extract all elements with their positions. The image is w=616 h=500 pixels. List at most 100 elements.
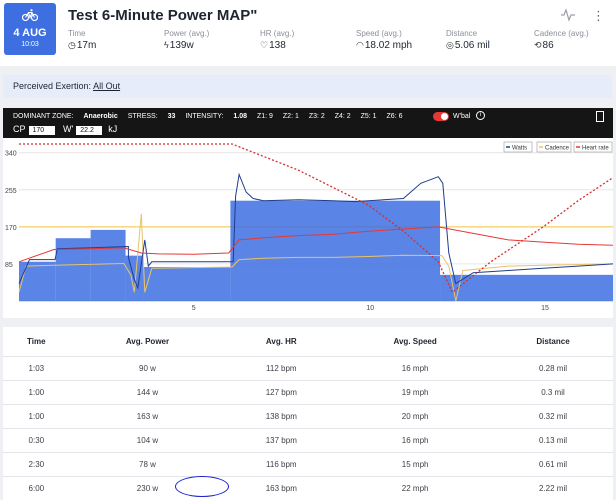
interval-block: [19, 261, 56, 301]
stat-time: Time ◷17m: [68, 29, 96, 51]
table-cell: 22 mph: [337, 475, 493, 500]
cadence-icon: ⟲: [534, 40, 542, 50]
table-cell: 6:00: [3, 475, 70, 500]
dominant-zone-value: Anaerobic: [83, 113, 118, 120]
table-row[interactable]: 1:03 90 w 112 bpm 16 mph 0.28 mil: [3, 355, 613, 380]
table-cell: 163 bpm: [225, 475, 338, 500]
stat-distance-value: 5.06 mil: [454, 40, 490, 51]
legend-label: Heart rate: [582, 146, 609, 152]
table-cell: 1:00: [3, 379, 70, 404]
legend-label: Cadence: [545, 146, 570, 152]
col-distance: Distance: [536, 336, 570, 346]
zone-1: Z1: 9: [257, 113, 273, 120]
recovery-block: [440, 274, 613, 301]
clock-icon: ◷: [68, 40, 76, 50]
table-cell: 0.61 mil: [492, 451, 613, 476]
table-row[interactable]: 0:30 104 w 137 bpm 16 mph 0.13 mil: [3, 427, 613, 452]
table-cell: 0.3 mil: [492, 379, 613, 404]
interval-block: [143, 266, 231, 301]
distance-icon: ◎: [446, 40, 454, 50]
stat-cadence-value: 86: [542, 40, 554, 51]
zone-5: Z5: 1: [360, 113, 377, 120]
table-cell: 137 bpm: [225, 427, 338, 452]
speedometer-icon: ◠: [356, 40, 364, 50]
w-prime-unit: kJ: [108, 124, 118, 134]
table-cell: 20 mph: [337, 403, 493, 428]
intervals-table: Time Avg. Power Avg. HR Avg. Speed Dista…: [3, 327, 613, 500]
zone-toolbar: DOMINANT ZONE: Anaerobic STRESS: 33 INTE…: [3, 108, 613, 138]
heart-icon: ♡: [260, 40, 269, 50]
stat-distance-label: Distance: [446, 29, 478, 38]
dominant-zone-label: DOMINANT ZONE:: [13, 113, 74, 120]
exertion-label: Perceived Exertion:: [13, 81, 92, 91]
table-cell: 1:00: [3, 403, 70, 428]
stat-hr-label: HR (avg.): [260, 29, 295, 38]
stat-time-value: 17m: [76, 40, 97, 51]
stat-distance: Distance ◎5.06 mil: [446, 29, 490, 51]
zone-6: Z6: 6: [386, 113, 403, 120]
w-prime-input[interactable]: 22.2: [76, 126, 103, 135]
table-cell: 0:30: [3, 427, 70, 452]
stat-hr: HR (avg.) ♡138: [260, 29, 294, 51]
activity-chart[interactable]: 85 170 255 340 5 10 15 Watts Cadence Heart rate: [3, 138, 614, 318]
table-row[interactable]: 1:00 144 w 127 bpm 19 mph 0.3 mil: [3, 379, 613, 404]
w-prime-label: W': [63, 124, 74, 134]
stat-speed: Speed (avg.) ◠18.02 mph: [356, 29, 412, 51]
stat-hr-value: 138: [269, 40, 286, 51]
bolt-icon: ϟ: [164, 40, 169, 50]
stat-power-label: Power (avg.): [164, 29, 210, 38]
table-row[interactable]: 1:00 163 w 138 bpm 20 mph 0.32 mil: [3, 403, 613, 428]
table-cell: 0.28 mil: [492, 355, 613, 380]
table-cell: 0.32 mil: [492, 403, 613, 428]
y-tick-label: 85: [5, 262, 13, 269]
calculator-icon[interactable]: [596, 111, 604, 122]
activity-header: 4 AUG 10:03 Test 6-Minute Power MAP" ⋮ T…: [0, 0, 616, 66]
intensity-label: INTENSITY:: [185, 113, 224, 120]
stat-speed-label: Speed (avg.): [356, 29, 402, 38]
activity-title[interactable]: Test 6-Minute Power MAP": [68, 7, 257, 24]
zone-3: Z3: 2: [308, 113, 325, 120]
col-avg-speed: Avg. Speed: [393, 336, 437, 346]
table-cell: 2:30: [3, 451, 70, 476]
col-avg-power: Avg. Power: [125, 336, 170, 346]
x-tick-label: 10: [366, 305, 374, 312]
stat-time-label: Time: [68, 29, 86, 38]
table-cell: 116 bpm: [225, 451, 338, 476]
stat-speed-value: 18.02 mph: [364, 40, 413, 51]
stat-cadence: Cadence (avg.) ⟲86: [534, 29, 589, 51]
chart-svg[interactable]: 85 170 255 340 5 10 15 Watts Cadence Heart rate: [3, 138, 614, 318]
table-cell: 1:03: [3, 355, 70, 380]
y-tick-label: 255: [5, 188, 17, 195]
cp-label: CP: [13, 124, 26, 134]
legend-label: Watts: [512, 146, 527, 152]
stress-value: 33: [167, 113, 176, 120]
table-cell: 138 bpm: [225, 403, 338, 428]
interval-block: [230, 200, 441, 301]
date-time: 10:03: [21, 41, 39, 48]
stat-power-value: 139w: [169, 40, 194, 51]
highlight-circle: [175, 476, 229, 497]
bike-icon: [22, 9, 38, 21]
y-tick-label: 340: [5, 151, 17, 158]
info-icon[interactable]: i: [476, 111, 485, 120]
table-cell: 144 w: [69, 379, 226, 404]
x-tick-label: 15: [541, 305, 549, 312]
date-badge: 4 AUG 10:03: [4, 3, 56, 55]
col-avg-hr: Avg. HR: [265, 336, 297, 346]
pulse-icon[interactable]: [560, 8, 576, 22]
zone-2: Z2: 1: [282, 113, 299, 120]
exertion-value[interactable]: All Out: [93, 81, 120, 91]
wbal-toggle[interactable]: [433, 112, 449, 121]
table-cell: 2.22 mil: [492, 475, 613, 500]
table-row[interactable]: 2:30 78 w 116 bpm 15 mph 0.61 mil: [3, 451, 613, 476]
cp-input[interactable]: 170: [28, 126, 55, 135]
perceived-exertion: Perceived Exertion: All Out: [3, 75, 612, 98]
table-cell: 15 mph: [337, 451, 493, 476]
intensity-value: 1.08: [233, 113, 248, 120]
y-tick-label: 170: [5, 225, 17, 232]
wbal-label: W'bal: [453, 113, 471, 120]
more-options-icon[interactable]: ⋮: [592, 8, 605, 24]
stat-cadence-label: Cadence (avg.): [534, 29, 589, 38]
table-header-row: Time Avg. Power Avg. HR Avg. Speed Dista…: [3, 327, 613, 356]
table-row[interactable]: 6:00 230 w 163 bpm 22 mph 2.22 mil: [3, 475, 613, 500]
